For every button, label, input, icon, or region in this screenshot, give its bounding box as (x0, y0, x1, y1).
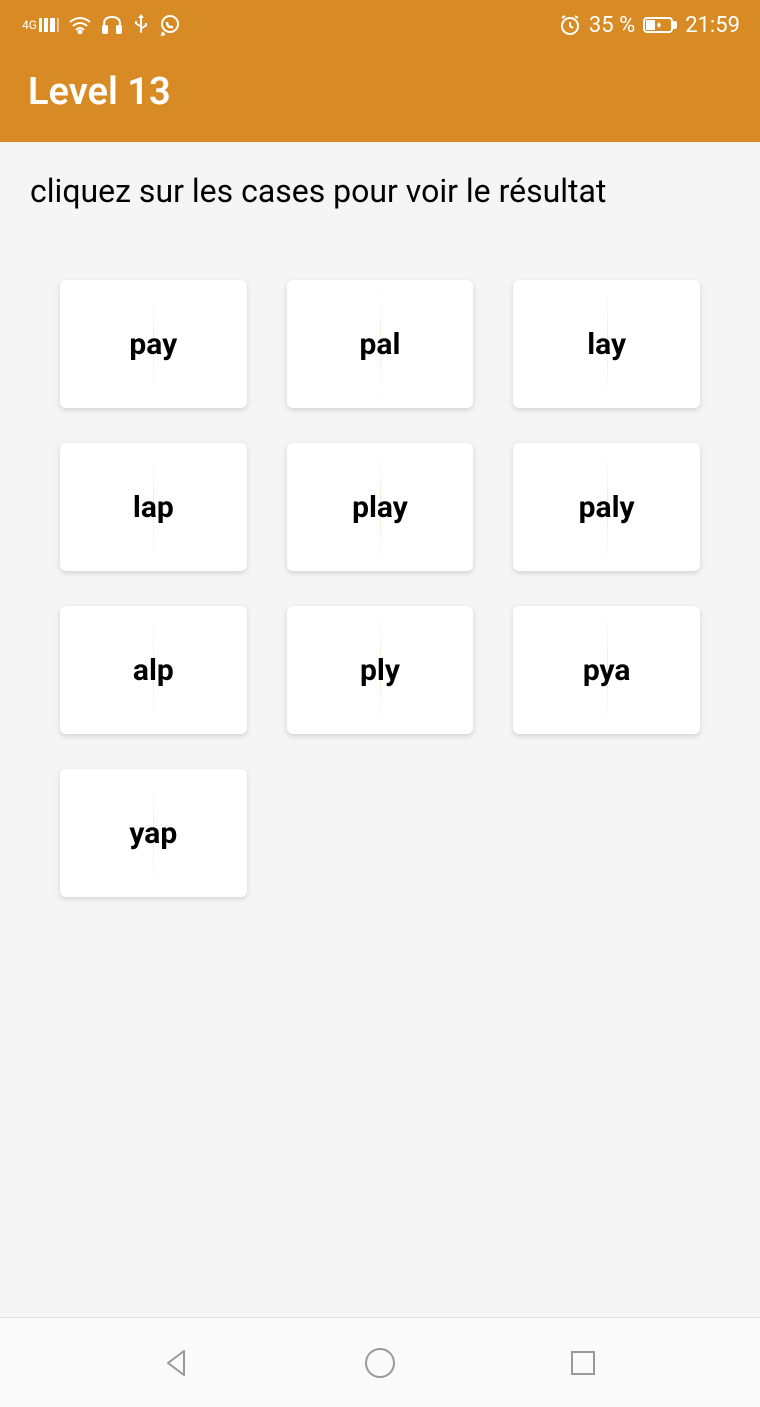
navigation-bar (0, 1317, 760, 1407)
word-card[interactable]: play (287, 443, 474, 571)
main-content: cliquez sur les cases pour voir le résul… (0, 142, 760, 1317)
wifi-icon (69, 16, 91, 34)
clock-time: 21:59 (685, 13, 740, 38)
status-bar: 4G (0, 0, 760, 50)
word-card[interactable]: lap (60, 443, 247, 571)
status-right: 35 % 21:59 (559, 13, 740, 38)
word-text: yap (129, 816, 177, 851)
recent-button[interactable] (558, 1338, 608, 1388)
cards-grid: pay pal lay lap play paly alp ply pya ya… (30, 280, 730, 897)
status-left: 4G (20, 14, 181, 36)
word-text: paly (579, 490, 635, 525)
battery-icon (643, 16, 677, 34)
usb-icon (133, 14, 149, 36)
word-text: ply (360, 653, 400, 688)
word-card[interactable]: pya (513, 606, 700, 734)
word-card[interactable]: alp (60, 606, 247, 734)
alarm-icon (559, 14, 581, 36)
battery-percent: 35 % (589, 13, 635, 38)
word-card[interactable]: lay (513, 280, 700, 408)
app-bar: Level 13 (0, 50, 760, 142)
word-text: lap (133, 490, 174, 525)
word-text: pya (583, 653, 631, 688)
instruction-text: cliquez sur les cases pour voir le résul… (30, 172, 730, 210)
word-text: lay (587, 327, 626, 362)
word-card[interactable]: ply (287, 606, 474, 734)
back-button[interactable] (153, 1338, 203, 1388)
word-text: play (352, 490, 408, 525)
word-card[interactable]: pay (60, 280, 247, 408)
signal-4g-icon: 4G (20, 18, 59, 32)
word-text: pal (360, 327, 401, 362)
whatsapp-icon (159, 14, 181, 36)
page-title: Level 13 (28, 70, 732, 114)
home-button[interactable] (355, 1338, 405, 1388)
word-card[interactable]: pal (287, 280, 474, 408)
word-card[interactable]: paly (513, 443, 700, 571)
headset-icon (101, 15, 123, 35)
word-text: alp (133, 653, 174, 688)
word-card[interactable]: yap (60, 769, 247, 897)
word-text: pay (129, 327, 177, 362)
